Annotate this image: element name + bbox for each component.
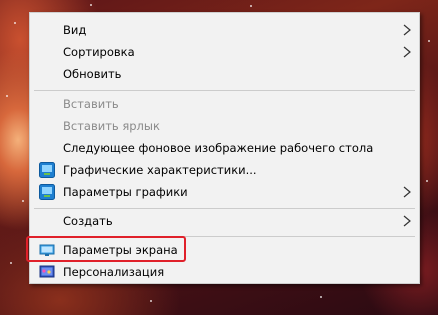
intel-graphics-icon xyxy=(39,184,55,200)
menu-separator xyxy=(34,208,415,209)
menu-item-label: Персонализация xyxy=(63,265,165,279)
menu-item-label: Вставить xyxy=(63,97,119,111)
menu-item-next-wallpaper[interactable]: Следующее фоновое изображение рабочего с… xyxy=(30,137,419,159)
menu-item-graphics-properties[interactable]: Графические характеристики... xyxy=(30,159,419,181)
menu-item-paste-shortcut: Вставить ярлык xyxy=(30,115,419,137)
menu-item-label: Вставить ярлык xyxy=(63,119,160,133)
star xyxy=(6,95,8,97)
menu-item-label: Графические характеристики... xyxy=(63,163,257,177)
star xyxy=(90,4,92,6)
star xyxy=(428,40,430,42)
star xyxy=(426,180,428,182)
star xyxy=(14,22,16,24)
menu-item-label: Создать xyxy=(63,214,113,228)
menu-item-label: Вид xyxy=(63,23,87,37)
star xyxy=(22,200,24,202)
menu-separator xyxy=(34,90,415,91)
star xyxy=(320,296,322,298)
star xyxy=(250,5,252,7)
menu-item-sort[interactable]: Сортировка xyxy=(30,41,419,63)
menu-item-label: Сортировка xyxy=(63,45,135,59)
annotation-highlight-box xyxy=(26,236,186,262)
menu-item-label: Следующее фоновое изображение рабочего с… xyxy=(63,141,374,155)
personalization-icon xyxy=(39,265,55,278)
menu-item-graphics-options[interactable]: Параметры графики xyxy=(30,181,419,203)
menu-item-label: Обновить xyxy=(63,67,122,81)
star xyxy=(10,262,12,264)
chevron-right-icon xyxy=(403,24,411,36)
star xyxy=(150,300,152,302)
chevron-right-icon xyxy=(403,46,411,58)
menu-item-view[interactable]: Вид xyxy=(30,19,419,41)
chevron-right-icon xyxy=(403,186,411,198)
menu-item-refresh[interactable]: Обновить xyxy=(30,63,419,85)
chevron-right-icon xyxy=(403,215,411,227)
menu-item-personalization[interactable]: Персонализация xyxy=(30,261,419,283)
menu-item-paste: Вставить xyxy=(30,93,419,115)
menu-item-new[interactable]: Создать xyxy=(30,210,419,232)
intel-graphics-icon xyxy=(39,162,55,178)
menu-item-label: Параметры графики xyxy=(63,185,188,199)
